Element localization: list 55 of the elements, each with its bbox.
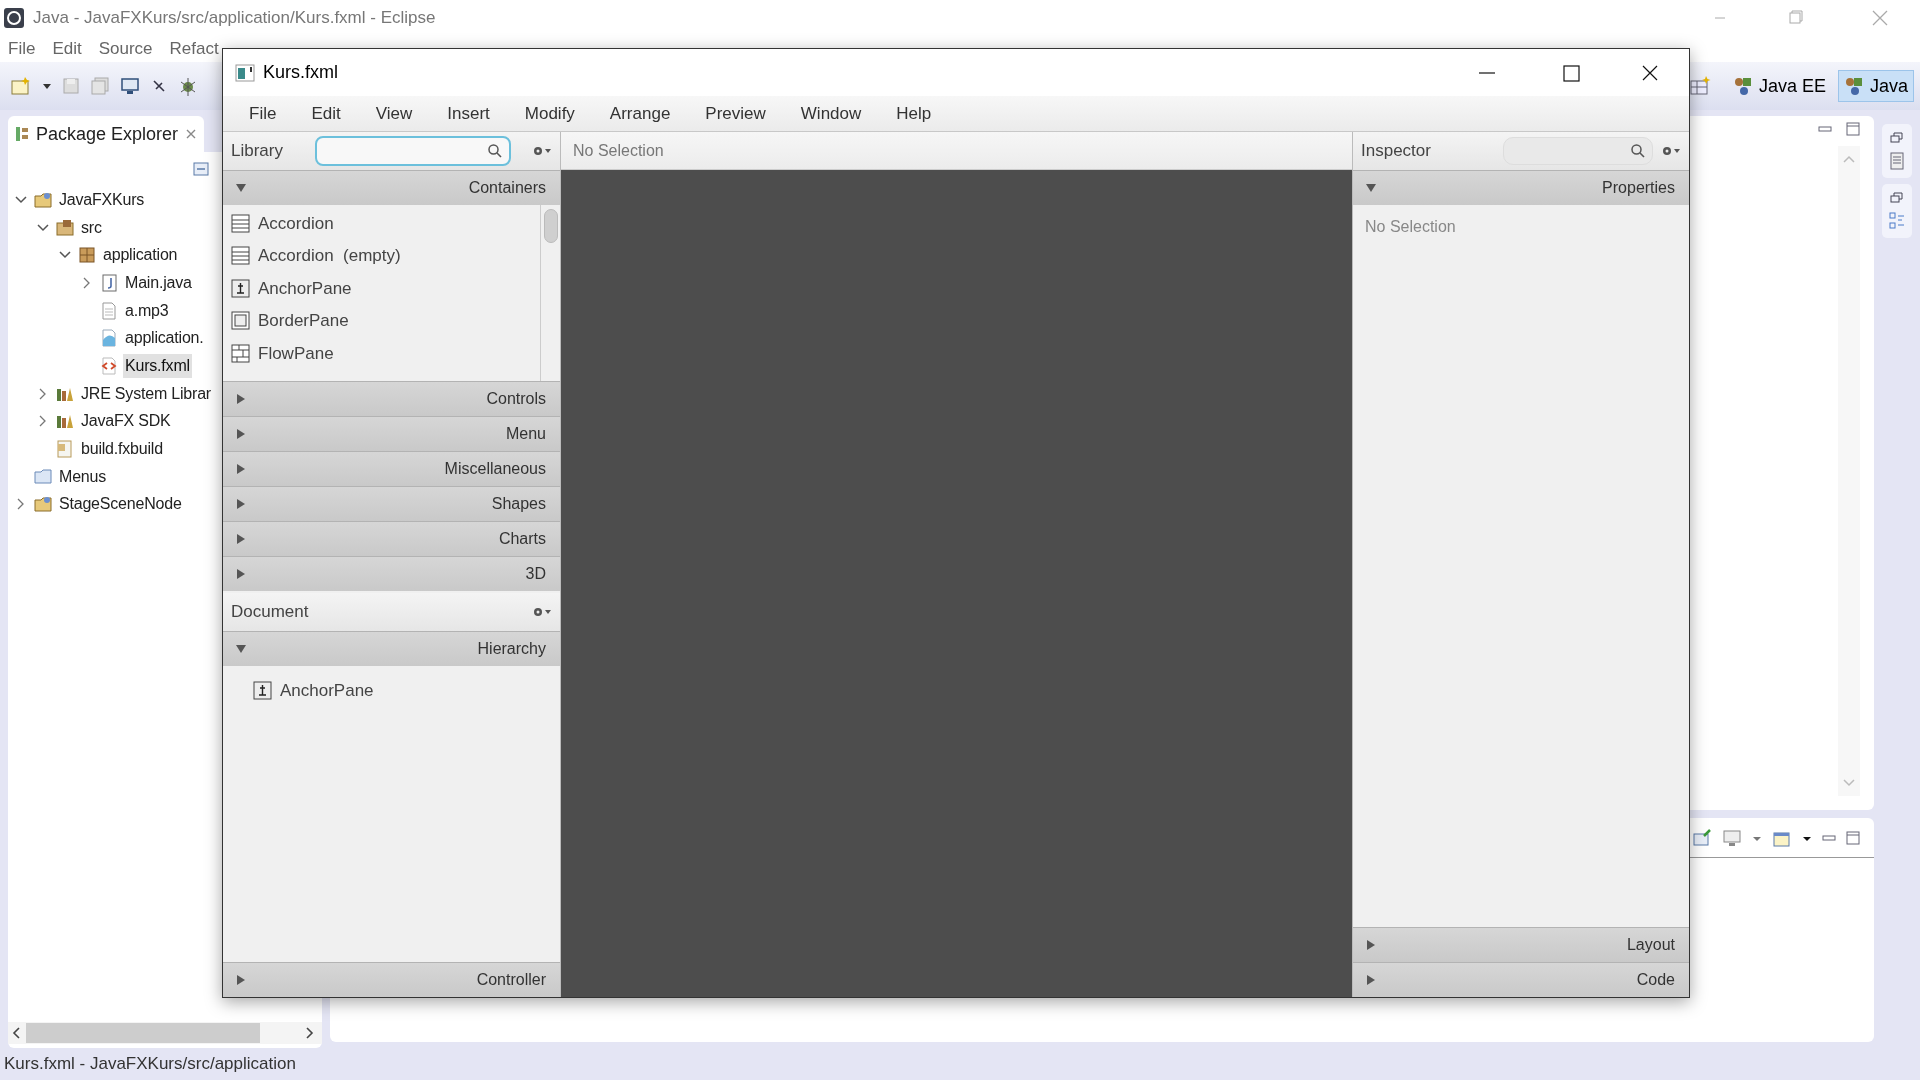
section-header[interactable]: Charts (223, 521, 560, 556)
menu-item[interactable]: Window (800, 100, 862, 127)
section-header[interactable]: Controls (223, 381, 560, 416)
tree-item[interactable]: a.mp3 (123, 298, 171, 323)
menu-item[interactable]: Help (896, 100, 932, 127)
perspective-button[interactable]: Java EE (1726, 70, 1832, 102)
library-item[interactable]: BorderPane (258, 308, 349, 334)
menu-item[interactable]: File (249, 100, 277, 127)
section-header[interactable]: Containers (223, 170, 560, 205)
section-header[interactable]: Properties (1353, 170, 1689, 205)
library-item[interactable]: FlowPane (258, 340, 334, 366)
library-item[interactable]: Accordion (empty) (258, 243, 401, 269)
tree-item[interactable]: JavaFXKurs (57, 187, 147, 212)
section-header[interactable]: Controller (223, 962, 560, 997)
empty-message: No Selection (1365, 218, 1456, 235)
tree-item[interactable]: JavaFX SDK (79, 409, 173, 434)
tree-item[interactable]: Kurs.fxml (123, 353, 192, 378)
section-header[interactable]: Code (1353, 962, 1689, 997)
section-header[interactable]: Miscellaneous (223, 451, 560, 486)
tree-item[interactable]: StageSceneNode (57, 492, 184, 517)
perspective-button[interactable]: Java (1837, 70, 1914, 102)
library-item[interactable]: AnchorPane (280, 677, 374, 703)
tree-item[interactable]: build.fxbuild (79, 437, 165, 462)
menu-item[interactable]: Edit (311, 100, 341, 127)
section-header[interactable]: Shapes (223, 486, 560, 521)
section-header[interactable]: Hierarchy (223, 631, 560, 666)
panel-title: Inspector (1361, 140, 1431, 163)
tree-item[interactable]: application. (123, 326, 206, 351)
menu-item[interactable]: Modify (524, 100, 575, 127)
library-item[interactable]: AnchorPane (258, 275, 352, 301)
package-explorer-tab[interactable]: Package Explorer (8, 116, 205, 152)
menu-item[interactable]: Preview (705, 100, 766, 127)
menu-item[interactable]: Source (98, 36, 153, 62)
panel-title: Library (231, 140, 283, 163)
tree-item[interactable]: src (79, 215, 104, 240)
section-header[interactable]: Menu (223, 416, 560, 451)
window-title: Java - JavaFXKurs/src/application/Kurs.fxml - Eclipse (33, 7, 436, 30)
panel-title: Document (231, 601, 309, 624)
section-header[interactable]: Layout (1353, 927, 1689, 962)
library-item[interactable]: Accordion (258, 210, 334, 236)
window-title: Kurs.fxml (263, 61, 338, 84)
tree-item[interactable]: JRE System Librar (79, 381, 213, 406)
tree-item[interactable]: application (101, 243, 180, 268)
menu-item[interactable]: Edit (52, 36, 82, 62)
menu-item[interactable]: Refact (169, 36, 219, 62)
menu-item[interactable]: View (375, 100, 413, 127)
menu-item[interactable]: File (8, 36, 36, 62)
menu-item[interactable]: Arrange (609, 100, 671, 127)
status-text: Kurs.fxml - JavaFXKurs/src/application (4, 1053, 296, 1076)
tree-item[interactable]: Menus (57, 464, 109, 489)
tab-title: Package Explorer (36, 122, 179, 146)
tree-item[interactable]: Main.java (123, 270, 194, 295)
selection-path: No Selection (573, 140, 664, 161)
section-header[interactable]: 3D (223, 556, 560, 591)
menu-item[interactable]: Insert (447, 100, 490, 127)
